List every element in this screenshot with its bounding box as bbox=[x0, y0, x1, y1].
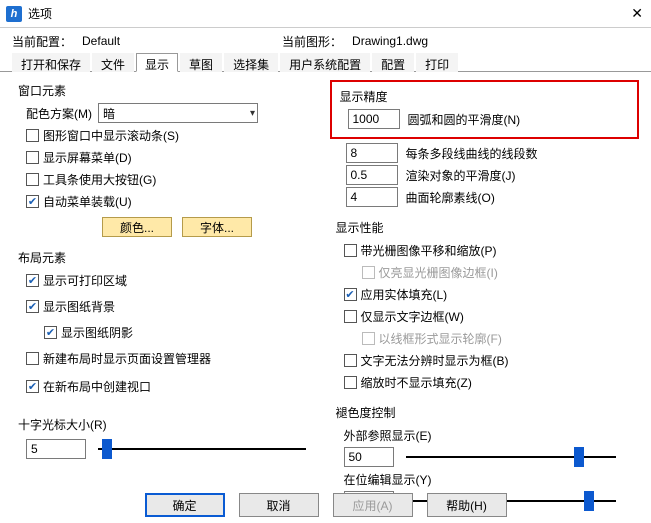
scrollbars-checkbox[interactable] bbox=[26, 129, 39, 142]
color-button[interactable]: 颜色... bbox=[102, 217, 172, 237]
big-buttons-checkbox[interactable] bbox=[26, 173, 39, 186]
true-color-checkbox[interactable] bbox=[344, 354, 357, 367]
printable-label: 显示可打印区域 bbox=[43, 272, 127, 289]
help-button[interactable]: 帮助(H) bbox=[427, 493, 507, 517]
raster-pan-label: 带光栅图像平移和缩放(P) bbox=[361, 242, 497, 259]
text-frame-checkbox[interactable] bbox=[344, 310, 357, 323]
dialog-footer: 确定 取消 应用(A) 帮助(H) bbox=[0, 493, 651, 517]
auto-menu-label: 自动菜单装载(U) bbox=[43, 193, 132, 210]
tab-user-prefs[interactable]: 用户系统配置 bbox=[280, 53, 370, 72]
arc-smooth-label: 圆弧和圆的平滑度(N) bbox=[408, 111, 521, 128]
screen-menu-label: 显示屏幕菜单(D) bbox=[43, 149, 132, 166]
page-setup-checkbox[interactable] bbox=[26, 352, 39, 365]
color-scheme-label: 配色方案(M) bbox=[26, 105, 92, 122]
xref-fade-slider[interactable] bbox=[406, 456, 616, 458]
current-config-label: 当前配置： bbox=[12, 33, 72, 50]
chevron-down-icon: ▾ bbox=[250, 108, 255, 119]
scrollbars-label: 图形窗口中显示滚动条(S) bbox=[43, 127, 179, 144]
current-config-value: Default bbox=[82, 34, 202, 48]
color-scheme-value: 暗 bbox=[103, 105, 115, 122]
window-title: 选项 bbox=[28, 5, 645, 22]
tab-bar: 打开和保存 文件 显示 草图 选择集 用户系统配置 配置 打印 bbox=[0, 50, 651, 72]
tab-print[interactable]: 打印 bbox=[416, 53, 458, 72]
arc-smooth-input[interactable]: 1000 bbox=[348, 109, 400, 129]
viewport-label: 在新布局中创建视口 bbox=[43, 378, 151, 395]
tab-body: 窗口元素 配色方案(M) 暗 ▾ 图形窗口中显示滚动条(S) 显示屏幕菜单(D)… bbox=[0, 72, 651, 480]
auto-menu-checkbox[interactable]: ✔ bbox=[26, 195, 39, 208]
crosshair-slider[interactable] bbox=[98, 448, 306, 450]
text-frame-label: 仅显示文字边框(W) bbox=[361, 308, 464, 325]
tab-display[interactable]: 显示 bbox=[136, 53, 178, 72]
wire-silh-label: 以线框形式显示轮廓(F) bbox=[379, 330, 502, 347]
xref-fade-input[interactable]: 50 bbox=[344, 447, 394, 467]
ok-button[interactable]: 确定 bbox=[145, 493, 225, 517]
poly-seg-input[interactable]: 8 bbox=[346, 143, 398, 163]
group-display-perf: 显示性能 bbox=[336, 219, 640, 236]
crosshair-label: 十字光标大小(R) bbox=[18, 416, 314, 433]
group-display-precision: 显示精度 bbox=[340, 88, 632, 105]
crosshair-input[interactable]: 5 bbox=[26, 439, 86, 459]
tab-open-save[interactable]: 打开和保存 bbox=[12, 53, 90, 72]
page-setup-label: 新建布局时显示页面设置管理器 bbox=[43, 350, 211, 367]
group-window-elements: 窗口元素 bbox=[18, 82, 314, 99]
tab-config[interactable]: 配置 bbox=[372, 53, 414, 72]
font-button[interactable]: 字体... bbox=[182, 217, 252, 237]
paper-bg-label: 显示图纸背景 bbox=[43, 298, 115, 315]
hilite-edge-checkbox bbox=[362, 266, 375, 279]
zoom-fill-label: 缩放时不显示填充(Z) bbox=[361, 374, 472, 391]
tab-selection[interactable]: 选择集 bbox=[224, 53, 278, 72]
render-smooth-input[interactable]: 0.5 bbox=[346, 165, 398, 185]
slider-thumb-icon[interactable] bbox=[574, 447, 584, 467]
wire-silh-checkbox bbox=[362, 332, 375, 345]
render-smooth-label: 渲染对象的平滑度(J) bbox=[406, 167, 516, 184]
paper-shadow-checkbox[interactable]: ✔ bbox=[44, 326, 57, 339]
group-fade: 褪色度控制 bbox=[336, 404, 640, 421]
true-color-label: 文字无法分辨时显示为框(B) bbox=[361, 352, 509, 369]
app-logo-icon: h bbox=[6, 6, 22, 22]
solid-fill-label: 应用实体填充(L) bbox=[361, 286, 448, 303]
contour-input[interactable]: 4 bbox=[346, 187, 398, 207]
solid-fill-checkbox[interactable]: ✔ bbox=[344, 288, 357, 301]
inplace-fade-label: 在位编辑显示(Y) bbox=[344, 471, 432, 488]
group-layout-elements: 布局元素 bbox=[18, 249, 314, 266]
slider-thumb-icon[interactable] bbox=[102, 439, 112, 459]
current-drawing-label: 当前图形： bbox=[282, 33, 342, 50]
tab-files[interactable]: 文件 bbox=[92, 53, 134, 72]
current-drawing-value: Drawing1.dwg bbox=[352, 34, 428, 48]
big-buttons-label: 工具条使用大按钮(G) bbox=[43, 171, 156, 188]
hilite-edge-label: 仅亮显光栅图像边框(I) bbox=[379, 264, 498, 281]
close-icon[interactable]: ✕ bbox=[631, 5, 643, 22]
paper-shadow-label: 显示图纸阴影 bbox=[61, 324, 133, 341]
apply-button: 应用(A) bbox=[333, 493, 413, 517]
cancel-button[interactable]: 取消 bbox=[239, 493, 319, 517]
titlebar: h 选项 ✕ bbox=[0, 0, 651, 28]
config-row: 当前配置： Default 当前图形： Drawing1.dwg bbox=[0, 28, 651, 50]
contour-label: 曲面轮廓素线(O) bbox=[406, 189, 495, 206]
xref-fade-label: 外部参照显示(E) bbox=[344, 427, 432, 444]
screen-menu-checkbox[interactable] bbox=[26, 151, 39, 164]
raster-pan-checkbox[interactable] bbox=[344, 244, 357, 257]
viewport-checkbox[interactable]: ✔ bbox=[26, 380, 39, 393]
poly-seg-label: 每条多段线曲线的线段数 bbox=[406, 145, 538, 162]
tab-sketch[interactable]: 草图 bbox=[180, 53, 222, 72]
color-scheme-select[interactable]: 暗 ▾ bbox=[98, 103, 258, 123]
printable-checkbox[interactable]: ✔ bbox=[26, 274, 39, 287]
paper-bg-checkbox[interactable]: ✔ bbox=[26, 300, 39, 313]
highlight-box: 显示精度 1000 圆弧和圆的平滑度(N) bbox=[330, 80, 640, 139]
zoom-fill-checkbox[interactable] bbox=[344, 376, 357, 389]
